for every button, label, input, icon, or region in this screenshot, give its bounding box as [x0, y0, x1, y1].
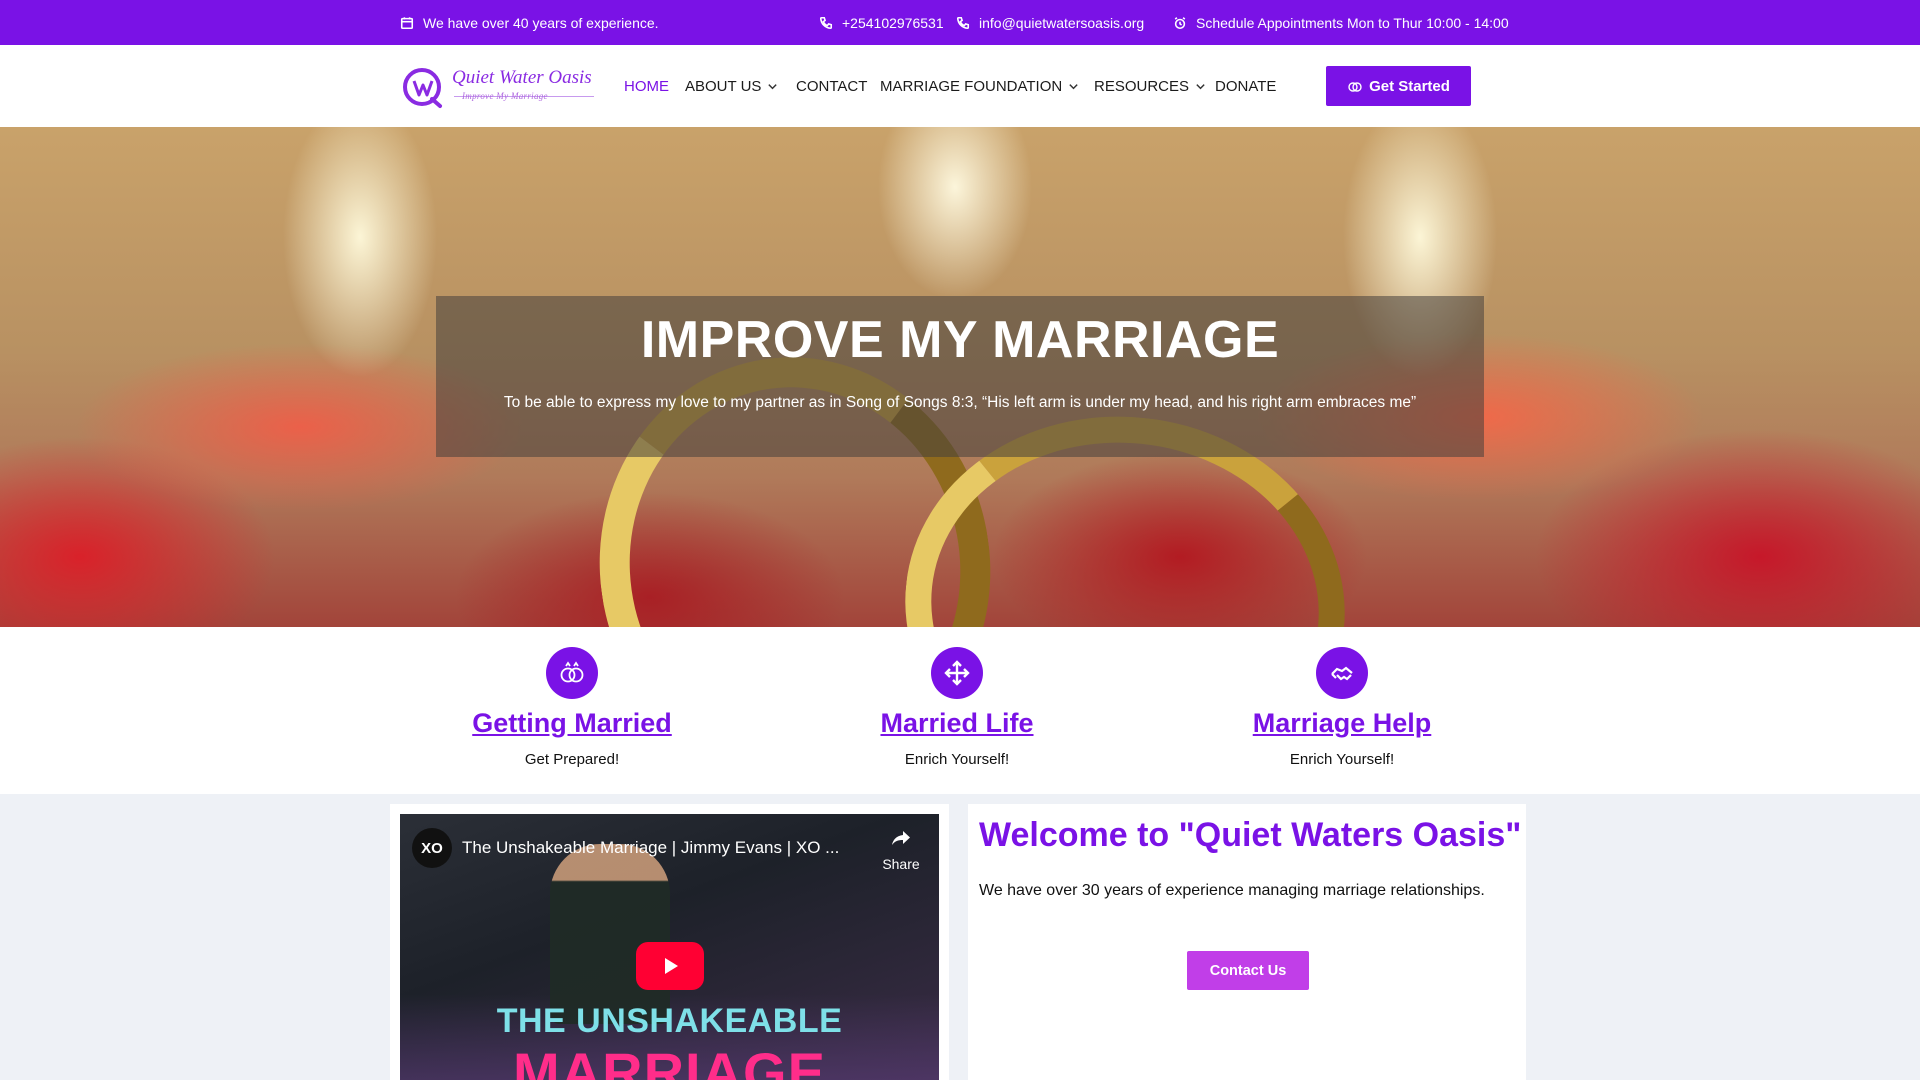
chevron-down-icon [768, 83, 778, 89]
video-title[interactable]: The Unshakeable Marriage | Jimmy Evans |… [462, 838, 839, 858]
schedule-info: Schedule Appointments Mon to Thur 10:00 … [1173, 0, 1509, 45]
get-started-label: Get Started [1369, 77, 1450, 95]
nav-item-resources[interactable]: RESOURCES [1094, 45, 1206, 127]
nav-item-about-us[interactable]: ABOUT US [685, 45, 778, 127]
contact-us-button[interactable]: Contact Us [1187, 951, 1309, 990]
rings-icon [1348, 82, 1362, 92]
chevron-down-icon [1069, 83, 1078, 89]
play-button[interactable] [636, 942, 704, 990]
nav-item-label: ABOUT US [685, 77, 762, 95]
nav-item-label: DONATE [1215, 77, 1277, 95]
phone-info[interactable]: +254102976531 [819, 0, 944, 45]
features-section: Getting Married Get Prepared! Married Li… [0, 627, 1920, 794]
nav-item-label: MARRIAGE FOUNDATION [880, 77, 1063, 95]
top-info-bar: We have over 40 years of experience. +25… [0, 0, 1920, 45]
chevron-down-icon [1196, 83, 1205, 89]
email-info[interactable]: info@quietwatersoasis.org [956, 0, 1144, 45]
get-started-button[interactable]: Get Started [1326, 66, 1471, 106]
youtube-embed[interactable]: XO The Unshakeable Marriage | Jimmy Evan… [400, 814, 939, 1080]
feature-icon-circle [546, 647, 598, 699]
play-icon [665, 958, 678, 974]
feature-title-link[interactable]: Getting Married [402, 708, 742, 739]
phone-icon [819, 16, 833, 29]
feature-icon-circle [1316, 647, 1368, 699]
feature-subtitle: Enrich Yourself! [1289, 751, 1395, 768]
welcome-text: We have over 30 years of experience mana… [979, 882, 1485, 899]
feature-married-life: Married Life Enrich Yourself! [787, 627, 1127, 794]
feature-subtitle: Enrich Yourself! [904, 751, 1010, 768]
calendar-icon [400, 16, 414, 29]
share-icon [892, 831, 910, 845]
video-speaker [550, 844, 670, 1024]
phone-text[interactable]: +254102976531 [842, 15, 944, 31]
nav-item-label: RESOURCES [1094, 77, 1190, 95]
thumbnail-text-line2: MARRIAGE [513, 1041, 826, 1080]
site-header: Quiet Water Oasis Improve My Marriage HO… [0, 45, 1920, 127]
hero-title: IMPROVE MY MARRIAGE [640, 311, 1280, 369]
logo-mark-icon [403, 68, 442, 108]
nav-item-contact[interactable]: CONTACT [796, 45, 867, 127]
share-label: Share [882, 856, 920, 872]
experience-info: We have over 40 years of experience. [400, 0, 659, 45]
hero-caption: IMPROVE MY MARRIAGE To be able to expres… [436, 296, 1484, 457]
handshake-icon [1331, 666, 1353, 681]
move-arrows-icon [944, 660, 970, 686]
share-button[interactable]: Share [876, 826, 926, 872]
feature-icon-circle [931, 647, 983, 699]
nav-item-home[interactable]: HOME [624, 45, 669, 127]
nav-item-label: CONTACT [796, 77, 868, 95]
video-card: XO The Unshakeable Marriage | Jimmy Evan… [390, 804, 949, 1080]
logo-name: Quiet Water Oasis [452, 67, 592, 88]
nav-item-marriage-foundation[interactable]: MARRIAGE FOUNDATION [880, 45, 1079, 127]
feature-marriage-help: Marriage Help Enrich Yourself! [1172, 627, 1512, 794]
experience-text: We have over 40 years of experience. [423, 14, 659, 31]
feature-title-link[interactable]: Married Life [787, 708, 1127, 739]
feature-title-link[interactable]: Marriage Help [1172, 708, 1512, 739]
phone-icon [956, 16, 970, 29]
nav-item-donate[interactable]: DONATE [1215, 45, 1276, 127]
site-logo[interactable]: Quiet Water Oasis Improve My Marriage [402, 63, 602, 113]
rings-icon [560, 661, 584, 683]
feature-subtitle: Get Prepared! [524, 751, 620, 768]
alarm-clock-icon [1174, 16, 1186, 29]
hero-text: To be able to express my love to my part… [503, 394, 1417, 411]
logo-tagline: Improve My Marriage [462, 91, 548, 101]
hero-banner: IMPROVE MY MARRIAGE To be able to expres… [0, 127, 1920, 627]
email-text[interactable]: info@quietwatersoasis.org [979, 15, 1144, 31]
feature-getting-married: Getting Married Get Prepared! [402, 627, 742, 794]
schedule-text: Schedule Appointments Mon to Thur 10:00 … [1196, 14, 1509, 31]
welcome-card: Welcome to "Quiet Waters Oasis" We have … [968, 804, 1526, 1080]
channel-avatar[interactable]: XO [412, 828, 452, 868]
thumbnail-text-line1: THE UNSHAKEABLE [496, 1002, 843, 1040]
welcome-title: Welcome to "Quiet Waters Oasis" [979, 816, 1522, 854]
nav-item-label: HOME [624, 77, 669, 95]
